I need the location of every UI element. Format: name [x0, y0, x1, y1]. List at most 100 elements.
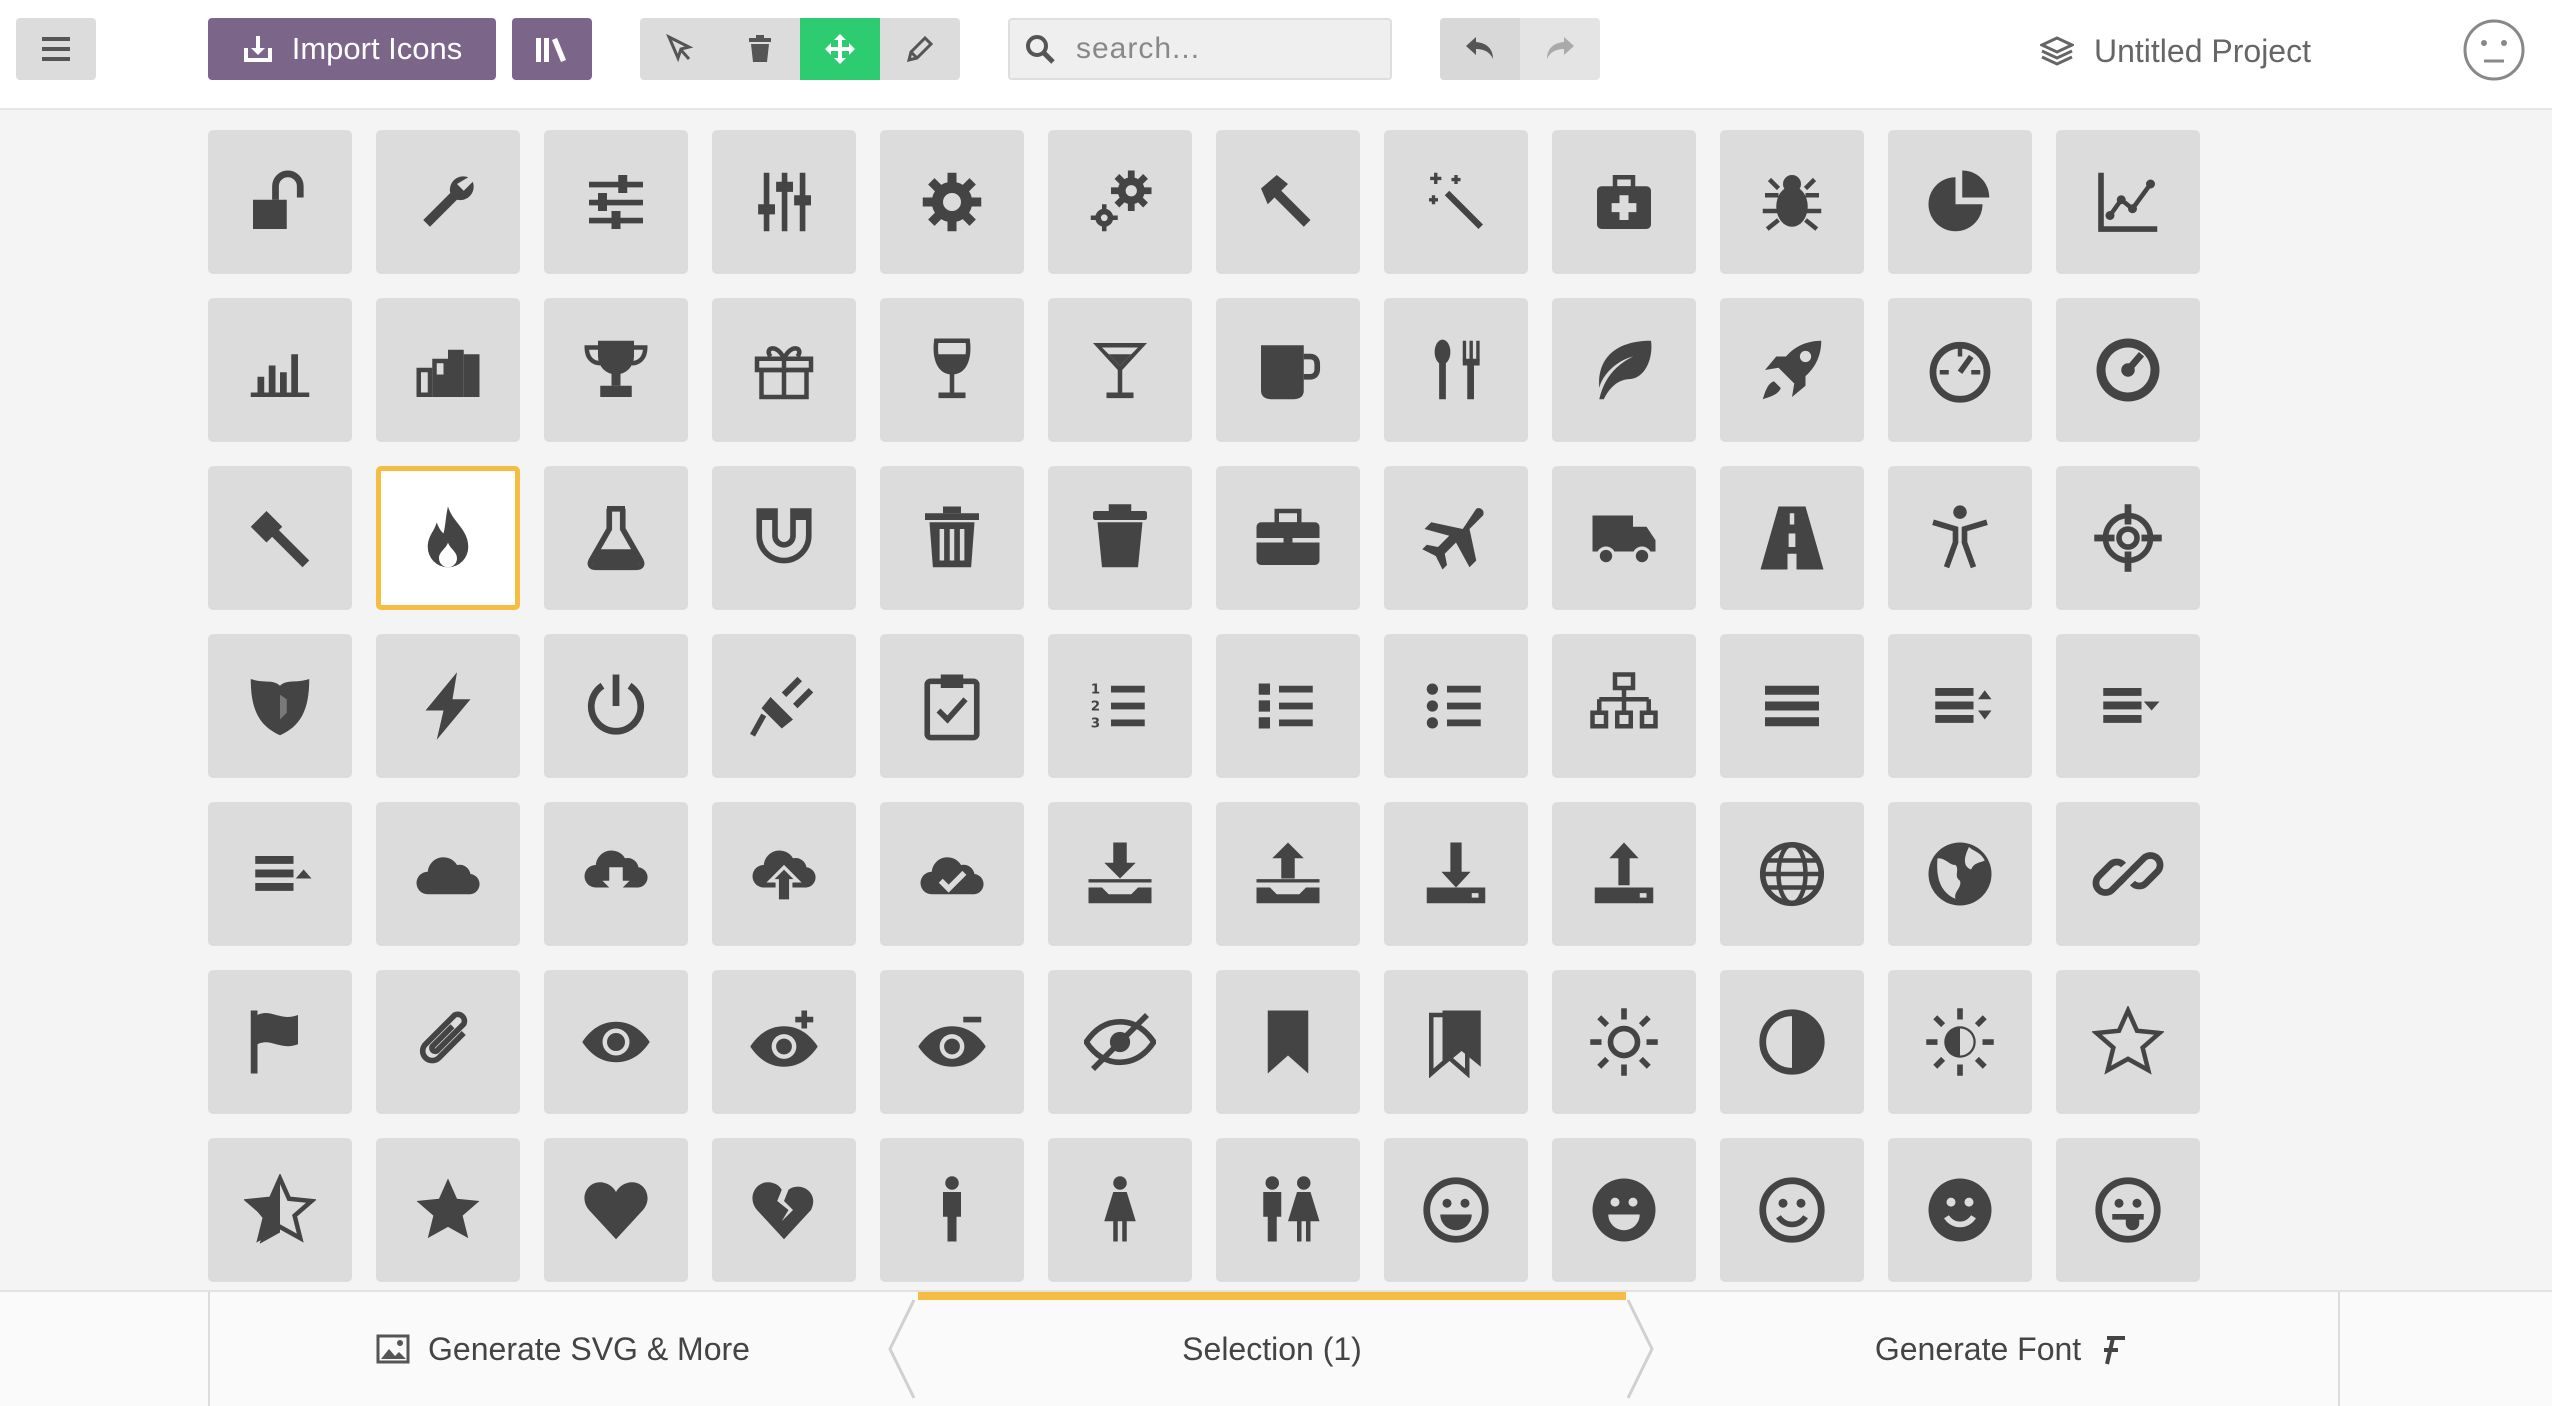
icon-tile[interactable] [712, 970, 856, 1114]
icon-tile[interactable] [712, 634, 856, 778]
icon-tile[interactable] [1384, 1138, 1528, 1282]
icon-tile[interactable] [1216, 634, 1360, 778]
icon-tile[interactable] [1216, 466, 1360, 610]
icon-tile[interactable] [544, 466, 688, 610]
icon-tile[interactable] [712, 130, 856, 274]
icon-tile[interactable] [2056, 1138, 2200, 1282]
icon-tile[interactable] [1216, 802, 1360, 946]
icon-tile[interactable] [1384, 130, 1528, 274]
icon-tile[interactable] [1384, 802, 1528, 946]
icon-tile[interactable] [880, 1138, 1024, 1282]
clipboard-icon [916, 670, 988, 742]
icon-tile[interactable] [1048, 298, 1192, 442]
icon-tile[interactable] [880, 466, 1024, 610]
search-input[interactable] [1074, 31, 1378, 67]
icon-tile[interactable] [1888, 802, 2032, 946]
icon-tile[interactable] [1720, 466, 1864, 610]
selection-tab[interactable]: Selection (1) [918, 1292, 1626, 1406]
icon-tile[interactable] [544, 1138, 688, 1282]
icon-tile[interactable] [712, 802, 856, 946]
icon-tile[interactable] [1384, 466, 1528, 610]
icon-tile[interactable] [1720, 130, 1864, 274]
icon-tile[interactable] [376, 970, 520, 1114]
icon-tile[interactable] [1720, 298, 1864, 442]
icon-tile[interactable] [1552, 634, 1696, 778]
icon-tile[interactable] [376, 802, 520, 946]
icon-tile[interactable] [1384, 298, 1528, 442]
icon-tile[interactable] [1552, 802, 1696, 946]
import-icons-button[interactable]: Import Icons [208, 18, 496, 80]
icon-tile[interactable] [544, 802, 688, 946]
select-tool-button[interactable] [640, 18, 720, 80]
icon-tile[interactable] [544, 634, 688, 778]
icon-tile[interactable] [880, 130, 1024, 274]
icon-tile[interactable] [208, 634, 352, 778]
icon-tile[interactable] [1552, 970, 1696, 1114]
icon-tile[interactable] [1384, 634, 1528, 778]
redo-button[interactable] [1520, 18, 1600, 80]
user-avatar-button[interactable] [2462, 18, 2526, 82]
icon-tile[interactable] [208, 802, 352, 946]
icon-tile[interactable] [880, 970, 1024, 1114]
icon-tile[interactable] [1888, 298, 2032, 442]
icon-tile[interactable] [376, 634, 520, 778]
icon-tile[interactable] [1552, 130, 1696, 274]
icon-tile[interactable] [376, 466, 520, 610]
icon-tile[interactable] [1216, 298, 1360, 442]
generate-svg-button[interactable]: Generate SVG & More [210, 1292, 916, 1406]
icon-tile[interactable] [1552, 298, 1696, 442]
icon-tile[interactable] [1552, 1138, 1696, 1282]
icon-tile[interactable] [880, 634, 1024, 778]
icon-tile[interactable] [2056, 298, 2200, 442]
icon-tile[interactable] [1720, 970, 1864, 1114]
icon-tile[interactable] [376, 298, 520, 442]
icon-tile[interactable] [376, 1138, 520, 1282]
icon-tile[interactable] [2056, 802, 2200, 946]
icon-tile[interactable] [1048, 1138, 1192, 1282]
icon-tile[interactable] [208, 970, 352, 1114]
icon-tile[interactable] [712, 466, 856, 610]
icon-tile[interactable] [2056, 970, 2200, 1114]
icon-tile[interactable] [1048, 970, 1192, 1114]
project-title[interactable]: Untitled Project [2040, 22, 2311, 80]
icon-tile[interactable] [2056, 130, 2200, 274]
icon-tile[interactable] [544, 298, 688, 442]
edit-tool-button[interactable] [880, 18, 960, 80]
delete-tool-button[interactable] [720, 18, 800, 80]
icon-tile[interactable] [1552, 466, 1696, 610]
icon-tile[interactable] [1720, 634, 1864, 778]
icon-tile[interactable] [1216, 1138, 1360, 1282]
icon-tile[interactable] [1720, 1138, 1864, 1282]
icon-tile[interactable] [880, 802, 1024, 946]
icon-tile[interactable] [2056, 634, 2200, 778]
icon-tile[interactable] [1888, 970, 2032, 1114]
icon-tile[interactable] [2056, 466, 2200, 610]
icon-tile[interactable] [544, 970, 688, 1114]
undo-button[interactable] [1440, 18, 1520, 80]
icon-tile[interactable] [1720, 802, 1864, 946]
icon-tile[interactable]: 123 [1048, 634, 1192, 778]
icon-tile[interactable] [1888, 466, 2032, 610]
icon-tile[interactable] [1888, 634, 2032, 778]
icon-tile[interactable] [208, 466, 352, 610]
icon-tile[interactable] [208, 130, 352, 274]
icon-tile[interactable] [208, 1138, 352, 1282]
icon-tile[interactable] [376, 130, 520, 274]
icon-tile[interactable] [1216, 130, 1360, 274]
main-menu-button[interactable] [16, 18, 96, 80]
icon-tile[interactable] [880, 298, 1024, 442]
icon-tile[interactable] [1384, 970, 1528, 1114]
icon-tile[interactable] [1048, 130, 1192, 274]
icon-tile[interactable] [208, 298, 352, 442]
icon-tile[interactable] [712, 1138, 856, 1282]
icon-tile[interactable] [1048, 802, 1192, 946]
icon-tile[interactable] [712, 298, 856, 442]
icon-tile[interactable] [544, 130, 688, 274]
icon-tile[interactable] [1048, 466, 1192, 610]
generate-font-button[interactable]: Generate Font [1664, 1292, 2338, 1406]
move-tool-button[interactable] [800, 18, 880, 80]
icon-tile[interactable] [1216, 970, 1360, 1114]
icon-tile[interactable] [1888, 1138, 2032, 1282]
icon-library-button[interactable] [512, 18, 592, 80]
icon-tile[interactable] [1888, 130, 2032, 274]
